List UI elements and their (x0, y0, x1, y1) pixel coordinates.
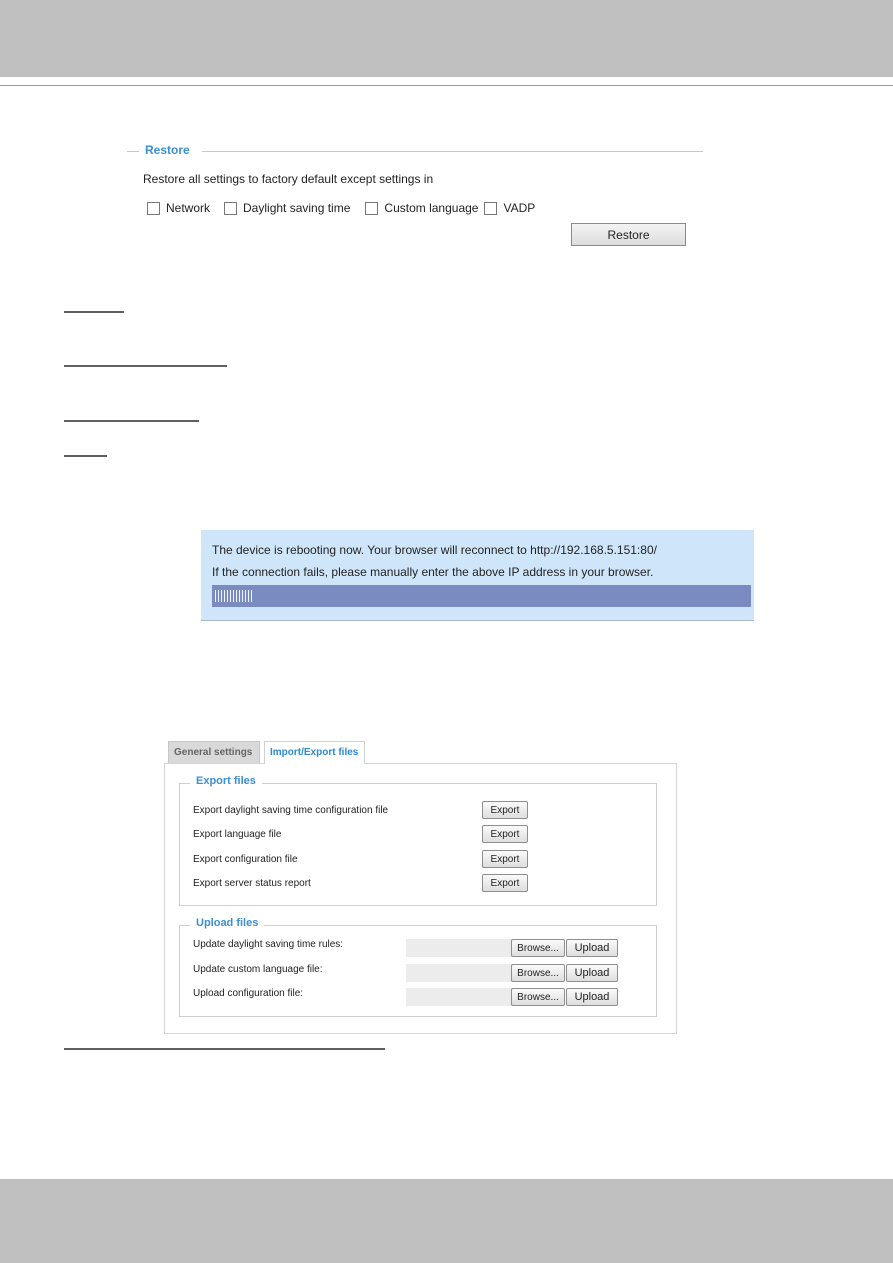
dst-rules-upload-button[interactable]: Upload (566, 939, 618, 957)
custom-language-checkbox[interactable] (365, 201, 379, 215)
option-label: Daylight saving time (243, 201, 351, 215)
custom-language-upload-button[interactable]: Upload (566, 964, 618, 982)
underline-rule (64, 455, 107, 457)
export-dst-config-button[interactable]: Export (482, 801, 528, 819)
import-export-panel: Export files Export daylight saving time… (164, 763, 677, 1034)
page-footer-band (0, 1179, 893, 1263)
option-network[interactable]: Network (147, 201, 210, 215)
config-file-input[interactable] (406, 988, 512, 1006)
export-files-group: Export files Export daylight saving time… (179, 775, 657, 906)
config-file-browse-button[interactable]: Browse... (511, 988, 565, 1006)
header-divider (0, 85, 893, 86)
export-row-label: Export configuration file (193, 854, 298, 865)
reboot-progress-fill (215, 590, 252, 602)
reboot-hint: If the connection fails, please manually… (212, 565, 654, 579)
restore-button[interactable]: Restore (571, 223, 686, 246)
export-row-label: Export server status report (193, 878, 311, 889)
tab-import-export-files[interactable]: Import/Export files (264, 741, 365, 764)
upload-row-label: Upload configuration file: (193, 988, 304, 999)
export-row-label: Export language file (193, 829, 282, 840)
custom-language-file-input[interactable] (406, 964, 512, 982)
dst-rules-browse-button[interactable]: Browse... (511, 939, 565, 957)
option-custom-language[interactable]: Custom language (365, 201, 478, 215)
custom-language-browse-button[interactable]: Browse... (511, 964, 565, 982)
export-config-file-button[interactable]: Export (482, 850, 528, 868)
dst-rules-file-input[interactable] (406, 939, 512, 957)
option-label: Network (166, 201, 211, 215)
option-daylight-saving-time[interactable]: Daylight saving time (224, 201, 350, 215)
option-label: Custom language (384, 201, 479, 215)
option-vadp[interactable]: VADP (484, 201, 535, 215)
export-language-file-button[interactable]: Export (482, 825, 528, 843)
restore-description: Restore all settings to factory default … (143, 172, 434, 186)
option-label: VADP (503, 201, 536, 215)
export-files-legend: Export files (190, 775, 262, 787)
vadp-checkbox[interactable] (484, 201, 498, 215)
restore-options: Network Daylight saving time Custom lang… (147, 201, 535, 215)
daylight-saving-time-checkbox[interactable] (224, 201, 238, 215)
reboot-progress-bar (212, 585, 751, 607)
upload-row-label: Update daylight saving time rules: (193, 939, 344, 950)
tab-general-settings[interactable]: General settings (168, 741, 260, 763)
page-header-band (0, 0, 893, 77)
upload-files-legend: Upload files (190, 917, 265, 929)
network-checkbox[interactable] (147, 201, 160, 215)
export-row-label: Export daylight saving time configuratio… (193, 805, 389, 816)
underline-rule (64, 311, 124, 313)
reboot-notice: The device is rebooting now. Your browse… (201, 530, 754, 621)
underline-rule (64, 420, 199, 422)
restore-legend-rule-right (202, 151, 703, 152)
reboot-message: The device is rebooting now. Your browse… (212, 543, 657, 557)
underline-rule (64, 1048, 385, 1050)
config-file-upload-button[interactable]: Upload (566, 988, 618, 1006)
export-server-status-button[interactable]: Export (482, 874, 528, 892)
restore-legend-rule-left (127, 151, 139, 152)
upload-files-group: Upload files Update daylight saving time… (179, 917, 657, 1017)
underline-rule (64, 365, 227, 367)
upload-row-label: Update custom language file: (193, 964, 323, 975)
restore-legend: Restore (145, 143, 190, 157)
